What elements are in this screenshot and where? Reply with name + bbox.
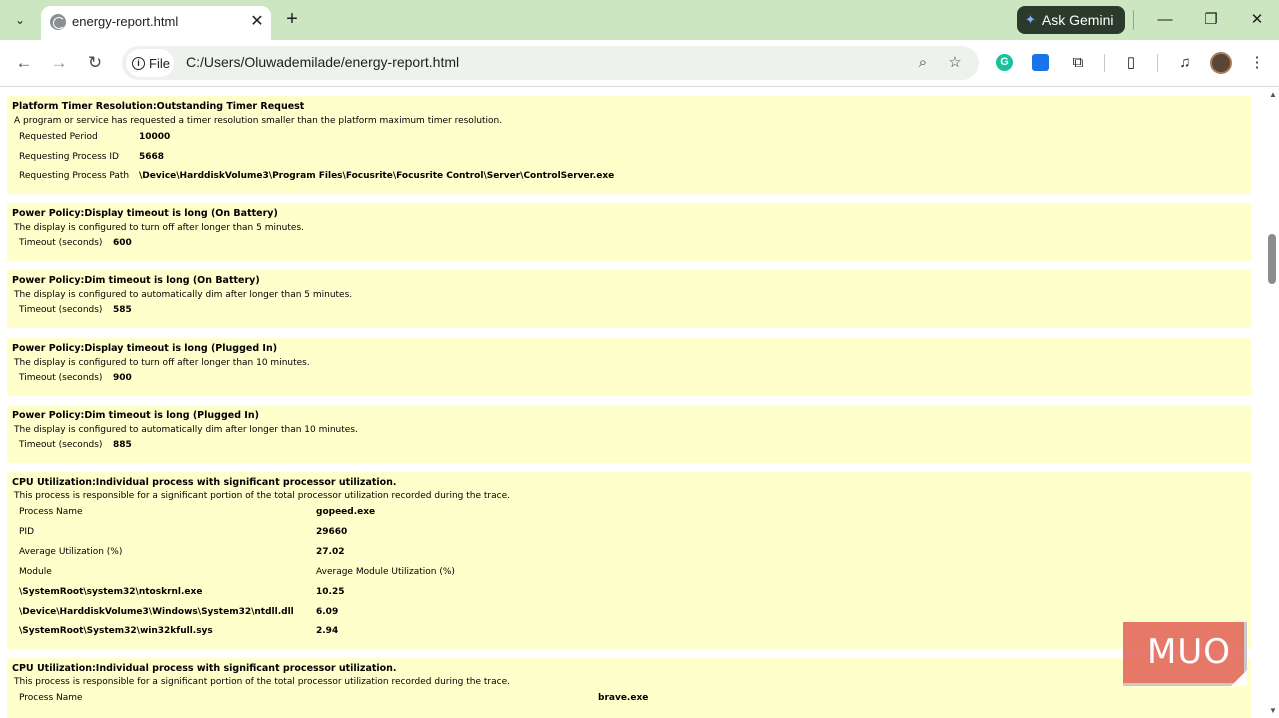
tab-search-chevron-down-icon[interactable]: ⌄	[8, 9, 32, 31]
minimize-button[interactable]: —	[1152, 8, 1178, 32]
module-value: 2.94	[316, 626, 339, 636]
module-header-label: Module	[19, 567, 52, 577]
url-text[interactable]: C:/Users/Oluwademilade/energy-report.htm…	[186, 54, 459, 70]
menu-kebab-icon[interactable]: ⋮	[1246, 52, 1268, 74]
media-controls-icon[interactable]: ♫	[1174, 52, 1196, 74]
section-title: Power Policy:Dim timeout is long (On Bat…	[12, 275, 260, 286]
new-tab-button[interactable]: +	[280, 8, 304, 32]
module-value: 10.25	[316, 587, 345, 597]
toolbar-divider	[1157, 54, 1158, 72]
row-value: 5668	[139, 152, 165, 162]
section-title: Power Policy:Dim timeout is long (Plugge…	[12, 410, 259, 421]
report-section-cpu-brave: CPU Utilization:Individual process with …	[7, 658, 1251, 718]
bookmark-star-icon[interactable]: ☆	[944, 52, 966, 74]
row-value: 885	[113, 440, 132, 450]
row-value: gopeed.exe	[316, 507, 376, 517]
globe-icon	[50, 14, 66, 30]
row-label: Requesting Process Path	[19, 171, 130, 181]
section-description: This process is responsible for a signif…	[14, 491, 510, 501]
extension-icon[interactable]	[1032, 54, 1049, 71]
restore-button[interactable]: ❐	[1198, 8, 1224, 32]
row-value: 600	[113, 238, 132, 248]
section-description: The display is configured to automatical…	[14, 290, 353, 300]
reading-mode-icon[interactable]: ▯	[1120, 52, 1142, 74]
report-section-timer-resolution: Platform Timer Resolution:Outstanding Ti…	[7, 96, 1251, 194]
close-window-button[interactable]: ✕	[1244, 8, 1270, 32]
tab-energy-report[interactable]: energy-report.html ✕	[41, 6, 271, 40]
report-section-cpu-gopeed: CPU Utilization:Individual process with …	[7, 472, 1251, 649]
report-section-display-timeout-battery: Power Policy:Display timeout is long (On…	[7, 203, 1251, 261]
grammarly-extension-icon[interactable]: G	[996, 54, 1013, 71]
address-bar[interactable]: i File C:/Users/Oluwademilade/energy-rep…	[122, 46, 979, 80]
forward-arrow-icon[interactable]: →	[47, 51, 71, 75]
section-title: CPU Utilization:Individual process with …	[12, 663, 397, 674]
toolbar-divider	[1104, 54, 1105, 72]
ask-gemini-label: Ask Gemini	[1041, 12, 1114, 28]
row-label: Timeout (seconds)	[19, 440, 103, 450]
row-label: Requested Period	[19, 132, 98, 142]
tab-title: energy-report.html	[72, 14, 179, 29]
row-label: Timeout (seconds)	[19, 238, 103, 248]
extensions-puzzle-icon[interactable]: ⧉	[1067, 52, 1089, 74]
row-value: brave.exe	[598, 693, 649, 703]
row-label: Timeout (seconds)	[19, 305, 103, 315]
row-label: PID	[19, 527, 35, 537]
section-description: A program or service has requested a tim…	[14, 116, 503, 126]
section-title: CPU Utilization:Individual process with …	[12, 477, 397, 488]
module-value: 6.09	[316, 607, 339, 617]
scrollbar-thumb[interactable]	[1268, 234, 1276, 284]
ask-gemini-button[interactable]: ✦ Ask Gemini	[1017, 6, 1125, 34]
scroll-up-arrow-icon[interactable]: ▲	[1268, 90, 1278, 100]
row-label: Process Name	[19, 693, 83, 703]
row-label: Average Utilization (%)	[19, 547, 123, 557]
profile-avatar[interactable]	[1210, 52, 1232, 74]
section-description: This process is responsible for a signif…	[14, 677, 510, 687]
row-value: 29660	[316, 527, 348, 537]
gemini-sparkle-icon: ✦	[1025, 12, 1036, 27]
section-title: Platform Timer Resolution:Outstanding Ti…	[12, 101, 305, 112]
report-section-dim-timeout-plugged: Power Policy:Dim timeout is long (Plugge…	[7, 405, 1251, 463]
watermark-text: MUO	[1147, 632, 1231, 672]
section-title: Power Policy:Display timeout is long (On…	[12, 208, 278, 219]
url-scheme-label: File	[149, 55, 170, 71]
tabstrip-divider	[1133, 10, 1134, 30]
row-value: 585	[113, 305, 132, 315]
row-value: 900	[113, 373, 132, 383]
info-icon: i	[132, 56, 145, 70]
row-value: 27.02	[316, 547, 345, 557]
scroll-down-arrow-icon[interactable]: ▼	[1268, 706, 1278, 716]
tab-close-icon[interactable]: ✕	[247, 12, 267, 32]
watermark-notch	[1231, 670, 1247, 686]
row-label: Process Name	[19, 507, 83, 517]
row-value: \Device\HarddiskVolume3\Program Files\Fo…	[139, 171, 615, 181]
browser-toolbar: ← → ↻ i File C:/Users/Oluwademilade/ener…	[0, 40, 1279, 87]
module-header-value: Average Module Utilization (%)	[316, 567, 455, 577]
site-info-chip[interactable]: i File	[126, 49, 174, 77]
reload-icon[interactable]: ↻	[83, 51, 107, 75]
module-path: \SystemRoot\System32\win32kfull.sys	[19, 626, 213, 636]
module-path: \SystemRoot\system32\ntoskrnl.exe	[19, 587, 203, 597]
report-section-dim-timeout-battery: Power Policy:Dim timeout is long (On Bat…	[7, 270, 1251, 328]
row-label: Timeout (seconds)	[19, 373, 103, 383]
section-description: The display is configured to turn off af…	[14, 223, 304, 233]
section-description: The display is configured to turn off af…	[14, 358, 310, 368]
row-label: Requesting Process ID	[19, 152, 119, 162]
tab-strip: ⌄ energy-report.html ✕ + ✦ Ask Gemini — …	[0, 0, 1279, 40]
page-scrollbar[interactable]: ▲ ▼	[1266, 88, 1279, 718]
section-description: The display is configured to automatical…	[14, 425, 358, 435]
zoom-icon[interactable]: ⌕	[912, 52, 934, 74]
energy-report-page: Platform Timer Resolution:Outstanding Ti…	[0, 88, 1266, 718]
row-value: 10000	[139, 132, 171, 142]
module-path: \Device\HarddiskVolume3\Windows\System32…	[19, 607, 294, 617]
back-arrow-icon[interactable]: ←	[12, 51, 36, 75]
section-title: Power Policy:Display timeout is long (Pl…	[12, 343, 278, 354]
muo-watermark-logo: MUO	[1123, 622, 1247, 686]
report-section-display-timeout-plugged: Power Policy:Display timeout is long (Pl…	[7, 338, 1251, 396]
